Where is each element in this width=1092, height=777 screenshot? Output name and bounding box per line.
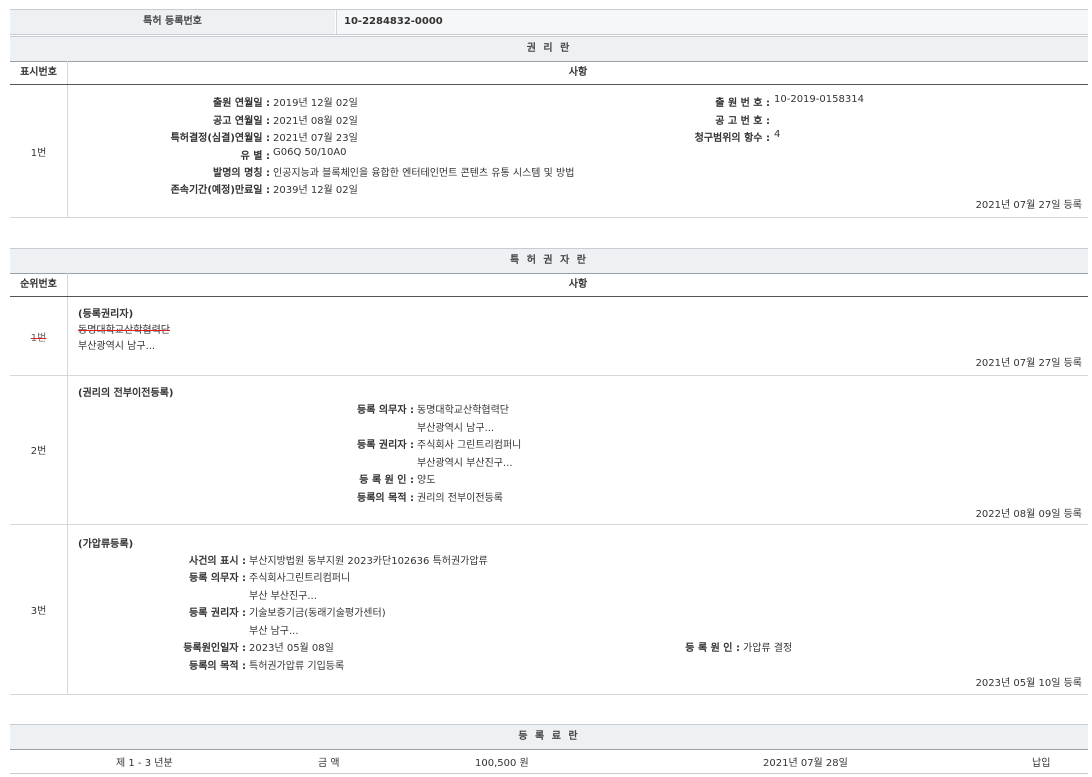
cause-value: 양도 — [417, 471, 435, 486]
rights-reg-date: 2021년 07월 27일 등록 — [976, 196, 1082, 211]
owner-reg-date: 2022년 08월 09일 등록 — [976, 505, 1082, 520]
class-label: 유 별 : — [70, 147, 270, 162]
obligor-value: 주식회사그린트리컴퍼니 — [249, 569, 350, 584]
app-date-value: 2019년 12월 02일 — [273, 94, 358, 109]
owner-row-type: (가압류등록) — [78, 535, 133, 550]
owner-address: 부산광역시 남구... — [78, 337, 155, 352]
patent-number-label: 특허 등록번호 — [10, 10, 335, 34]
owner-row-num: 1번 — [10, 297, 68, 375]
rights-column-header: 표시번호 사항 — [10, 61, 1088, 85]
owner-row-1: 1번 (등록권리자) 동명대학교산학협력단 부산광역시 남구... 2021년 … — [10, 297, 1088, 376]
fee-section-title: 등 록 료 란 — [10, 724, 1088, 750]
decision-date-value: 2021년 07월 23일 — [273, 129, 358, 144]
purpose-value: 권리의 전부이전등록 — [417, 489, 503, 504]
cause-label: 등 록 원 인 : — [210, 471, 414, 486]
claims-value: 4 — [774, 129, 780, 140]
expiry-label: 존속기간(예정)만료일 : — [70, 181, 270, 196]
fee-amount-label: 금 액 — [318, 754, 340, 769]
holder-label: 등록 권리자 : — [210, 436, 414, 451]
purpose-label: 등록의 목적 : — [210, 489, 414, 504]
obligor-label: 등록 의무자 : — [70, 569, 246, 584]
obligor-value: 동명대학교산학협력단 — [417, 401, 509, 416]
owner-row-num: 2번 — [10, 375, 68, 524]
fee-date: 2021년 07월 28일 — [763, 754, 848, 769]
obligor-address: 부산광역시 남구... — [417, 419, 494, 434]
holder-address: 부산광역시 부산진구... — [417, 454, 513, 469]
holder-address: 부산 남구... — [249, 622, 299, 637]
fee-status: 납입 — [1032, 754, 1050, 769]
rights-row-num: 1번 — [10, 85, 68, 217]
invention-title-label: 발명의 명칭 : — [70, 164, 270, 179]
patent-number-table: 특허 등록번호 10-2284832-0000 — [10, 9, 1088, 35]
fee-period: 제 1 - 3 년분 — [116, 754, 173, 769]
holder-value: 기술보증기금(동래기술평가센터) — [249, 604, 386, 619]
rights-col-num: 표시번호 — [10, 61, 68, 84]
purpose-value: 특허권가압류 기입등록 — [249, 657, 344, 672]
rights-row-1: 1번 출원 연월일 : 2019년 12월 02일 공고 연월일 : 2021년… — [10, 85, 1088, 218]
pub-no-label: 공 고 번 호 : — [570, 112, 770, 127]
owner-row-num: 3번 — [10, 524, 68, 694]
patent-register-page: 특허 등록번호 10-2284832-0000 권 리 란 표시번호 사항 1번… — [0, 0, 1092, 777]
expiry-value: 2039년 12월 02일 — [273, 181, 358, 196]
fee-amount: 100,500 원 — [475, 754, 529, 769]
claims-label: 청구범위의 항수 : — [570, 129, 770, 144]
class-value: G06Q 50/10A0 — [273, 147, 347, 158]
purpose-label: 등록의 목적 : — [70, 657, 246, 672]
owner-section-title: 특 허 권 자 란 — [10, 248, 1088, 274]
owner-reg-date: 2023년 05월 10일 등록 — [976, 674, 1082, 689]
app-no-label: 출 원 번 호 : — [570, 94, 770, 109]
owner-row-2: 2번 (권리의 전부이전등록) 등록 의무자 : 동명대학교산학협력단 부산광역… — [10, 375, 1088, 525]
rights-section-title: 권 리 란 — [10, 36, 1088, 62]
obligor-label: 등록 의무자 : — [210, 401, 414, 416]
obligor-address: 부산 부산진구... — [249, 587, 317, 602]
owner-row-type: (권리의 전부이전등록) — [78, 384, 173, 399]
holder-label: 등록 권리자 : — [70, 604, 246, 619]
pub-date-value: 2021년 08월 02일 — [273, 112, 358, 127]
owner-name: 동명대학교산학협력단 — [78, 321, 170, 336]
cause-date-value: 2023년 05월 08일 — [249, 639, 334, 654]
patent-number-value: 10-2284832-0000 — [336, 10, 1088, 34]
rights-col-item: 사항 — [68, 61, 1088, 84]
owner-row-3: 3번 (가압류등록) 사건의 표시 : 부산지방법원 동부지원 2023카단10… — [10, 524, 1088, 695]
cause-label: 등 록 원 인 : — [570, 639, 740, 654]
pub-date-label: 공고 연월일 : — [70, 112, 270, 127]
fee-row: 제 1 - 3 년분 금 액 100,500 원 2021년 07월 28일 납… — [10, 749, 1088, 774]
holder-value: 주식회사 그린트리컴퍼니 — [417, 436, 521, 451]
cause-value: 가압류 결정 — [743, 639, 792, 654]
app-no-value: 10-2019-0158314 — [774, 94, 864, 105]
owner-col-item: 사항 — [68, 273, 1088, 296]
case-label: 사건의 표시 : — [70, 552, 246, 567]
owner-col-num: 순위번호 — [10, 273, 68, 296]
app-date-label: 출원 연월일 : — [70, 94, 270, 109]
owner-reg-date: 2021년 07월 27일 등록 — [976, 354, 1082, 369]
cause-date-label: 등록원인일자 : — [70, 639, 246, 654]
owner-column-header: 순위번호 사항 — [10, 273, 1088, 297]
case-value: 부산지방법원 동부지원 2023카단102636 특허권가압류 — [249, 552, 488, 567]
owner-row-type: (등록권리자) — [78, 305, 133, 320]
decision-date-label: 특허결정(심결)연월일 : — [70, 129, 270, 144]
invention-title-value: 인공지능과 블록체인을 융합한 엔터테인먼트 콘텐츠 유통 시스템 및 방법 — [273, 164, 574, 179]
